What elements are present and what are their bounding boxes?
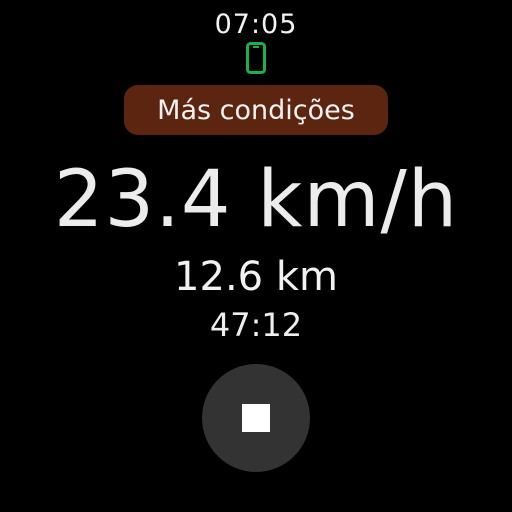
condition-badge[interactable]: Más condições [124, 85, 388, 135]
speed-value: 23.4 km/h [53, 155, 459, 245]
stop-icon [242, 404, 270, 432]
distance-value: 12.6 km [174, 254, 338, 300]
clock-time: 07:05 [214, 9, 298, 40]
phone-connected-icon [246, 42, 266, 74]
duration-value: 47:12 [209, 306, 303, 344]
stop-button[interactable] [202, 364, 310, 472]
condition-label: Más condições [157, 94, 355, 126]
watch-screen: 07:05 Más condições 23.4 km/h 12.6 km 47… [0, 0, 512, 512]
